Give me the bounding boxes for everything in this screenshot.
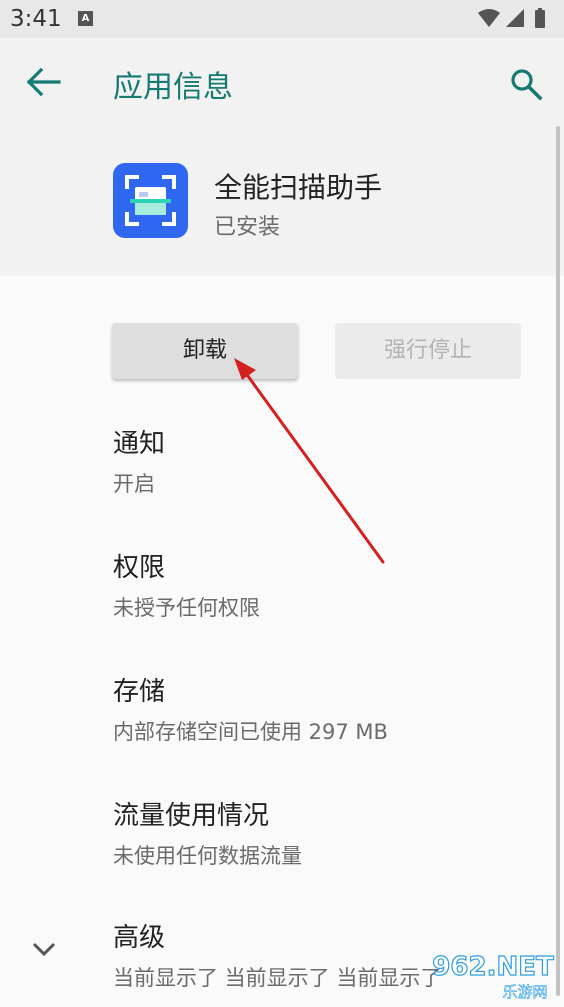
app-name: 全能扫描助手: [214, 171, 383, 204]
arrow-back-icon[interactable]: [26, 66, 62, 98]
status-bar: 3:41 A: [0, 0, 564, 38]
list-item-title: 高级: [113, 923, 166, 953]
list-item-title: 存储: [113, 677, 166, 707]
list-item-subtitle: 内部存储空间已使用 297 MB: [113, 720, 388, 744]
notification-badge-icon: A: [78, 11, 93, 26]
list-item-subtitle: 未使用任何数据流量: [113, 844, 302, 868]
list-item-data-usage[interactable]: 流量使用情况 未使用任何数据流量: [113, 795, 302, 870]
battery-icon: [535, 8, 545, 28]
scrollbar[interactable]: [556, 126, 560, 996]
list-item-permissions[interactable]: 权限 未授予任何权限: [113, 547, 260, 622]
app-bar: 应用信息: [0, 38, 564, 126]
watermark-logo: 962.NET 乐游网: [425, 945, 561, 1003]
list-item-subtitle: 当前显示了 当前显示了 当前显示了: [113, 966, 442, 990]
status-time: 3:41: [10, 6, 62, 32]
list-item-title: 权限: [113, 553, 166, 583]
status-icons: [478, 8, 545, 28]
list-item-notifications[interactable]: 通知 开启: [113, 423, 165, 498]
list-item-advanced[interactable]: 高级 当前显示了 当前显示了 当前显示了: [113, 917, 441, 992]
wifi-icon: [478, 9, 500, 27]
watermark-text-sub: 乐游网: [502, 983, 547, 1001]
search-icon[interactable]: [508, 66, 544, 102]
chevron-down-icon[interactable]: [28, 935, 60, 963]
watermark-text-main: 962.NET: [432, 952, 554, 982]
list-item-subtitle: 未授予任何权限: [113, 596, 260, 620]
signal-icon: [506, 9, 524, 27]
list-item-title: 通知: [113, 429, 166, 459]
list-item-subtitle: 开启: [113, 472, 155, 496]
list-item-storage[interactable]: 存储 内部存储空间已使用 297 MB: [113, 671, 388, 746]
force-stop-button[interactable]: 强行停止: [335, 323, 521, 379]
scanner-app-icon: [113, 163, 188, 238]
uninstall-button[interactable]: 卸载: [112, 323, 298, 379]
app-install-status: 已安装: [214, 215, 281, 240]
list-item-title: 流量使用情况: [113, 801, 270, 831]
app-header: 全能扫描助手 已安装: [0, 126, 564, 276]
page-title: 应用信息: [113, 70, 233, 105]
